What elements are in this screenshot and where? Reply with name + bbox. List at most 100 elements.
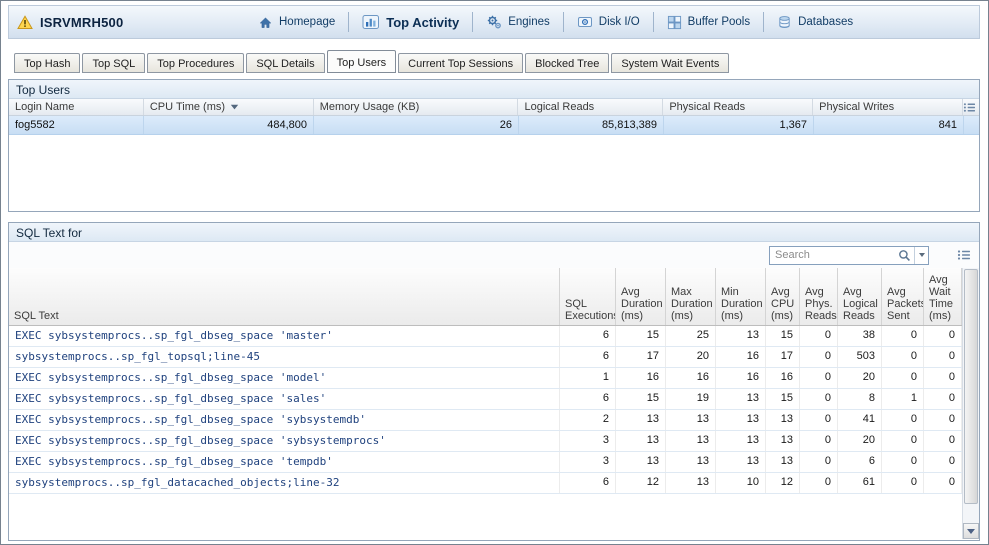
- cell-sql-text[interactable]: sybsystemprocs..sp_fgl_topsql;line-45: [9, 347, 560, 367]
- col-header-label: Physical Writes: [819, 101, 894, 113]
- chevron-down-icon: [919, 253, 925, 257]
- cell-sql-text[interactable]: sybsystemprocs..sp_fgl_datacached_object…: [9, 473, 560, 493]
- col-header-physical-writes[interactable]: Physical Writes: [813, 99, 963, 115]
- table-row[interactable]: EXEC sybsystemprocs..sp_fgl_dbseg_space …: [9, 368, 962, 389]
- table-row[interactable]: sybsystemprocs..sp_fgl_datacached_object…: [9, 473, 962, 494]
- nav-databases[interactable]: Databases: [768, 14, 862, 30]
- nav-label-databases: Databases: [798, 16, 853, 28]
- nav-homepage[interactable]: Homepage: [249, 15, 344, 30]
- cell-avg-phys-reads: 0: [800, 326, 838, 346]
- cell-sql-executions: 1: [560, 368, 616, 388]
- table-row[interactable]: EXEC sybsystemprocs..sp_fgl_dbseg_space …: [9, 431, 962, 452]
- cell-avg-packets-sent: 0: [882, 410, 924, 430]
- col-header-max-duration-ms[interactable]: Max Duration (ms): [666, 268, 716, 325]
- warning-icon: [17, 15, 33, 30]
- col-header-memory-usage-kb[interactable]: Memory Usage (KB): [314, 99, 519, 115]
- nav-top-activity[interactable]: Top Activity: [353, 14, 468, 30]
- nav-buffer-pools[interactable]: Buffer Pools: [658, 15, 759, 30]
- cell-memory-usage-kb: 26: [314, 116, 519, 134]
- cell-max-duration-ms: 13: [666, 410, 716, 430]
- table-row[interactable]: EXEC sybsystemprocs..sp_fgl_dbseg_space …: [9, 452, 962, 473]
- table-row[interactable]: EXEC sybsystemprocs..sp_fgl_dbseg_space …: [9, 326, 962, 347]
- vertical-scrollbar[interactable]: [962, 268, 979, 539]
- col-header-sql-executions[interactable]: SQL Executions: [560, 268, 616, 325]
- search-input[interactable]: [775, 249, 894, 261]
- cell-avg-packets-sent: 0: [882, 326, 924, 346]
- search-dropdown-button[interactable]: [914, 247, 928, 264]
- tab-blocked-tree[interactable]: Blocked Tree: [525, 53, 609, 73]
- col-header-avg-wait-time-ms[interactable]: Avg Wait Time (ms): [924, 268, 962, 325]
- cell-avg-duration-ms: 15: [616, 389, 666, 409]
- tab-sql-details[interactable]: SQL Details: [246, 53, 324, 73]
- cell-sql-text[interactable]: EXEC sybsystemprocs..sp_fgl_dbseg_space …: [9, 410, 560, 430]
- sort-desc-icon: [230, 104, 239, 110]
- scroll-down-button[interactable]: [963, 523, 979, 539]
- table-row[interactable]: sybsystemprocs..sp_fgl_topsql;line-45617…: [9, 347, 962, 368]
- column-chooser-icon[interactable]: [957, 249, 971, 261]
- col-header-avg-packets-sent[interactable]: Avg Packets Sent: [882, 268, 924, 325]
- search-icon[interactable]: [894, 247, 914, 264]
- cell-sql-text[interactable]: EXEC sybsystemprocs..sp_fgl_dbseg_space …: [9, 368, 560, 388]
- top-users-rows: fog5582484,8002685,813,3891,367841: [9, 116, 979, 135]
- col-header-min-duration-ms[interactable]: Min Duration (ms): [716, 268, 766, 325]
- databases-icon: [777, 14, 792, 30]
- cell-avg-cpu-ms: 12: [766, 473, 800, 493]
- nav-label-engines: Engines: [508, 16, 550, 28]
- cell-avg-wait-time-ms: 0: [924, 326, 962, 346]
- cell-min-duration-ms: 16: [716, 347, 766, 367]
- cell-sql-text[interactable]: EXEC sybsystemprocs..sp_fgl_dbseg_space …: [9, 431, 560, 451]
- col-header-avg-phys-reads[interactable]: Avg Phys. Reads: [800, 268, 838, 325]
- cell-avg-phys-reads: 0: [800, 347, 838, 367]
- cell-avg-duration-ms: 13: [616, 452, 666, 472]
- table-row[interactable]: EXEC sybsystemprocs..sp_fgl_dbseg_space …: [9, 389, 962, 410]
- cell-sql-text[interactable]: EXEC sybsystemprocs..sp_fgl_dbseg_space …: [9, 452, 560, 472]
- cell-sql-executions: 3: [560, 452, 616, 472]
- nav-separator: [472, 12, 473, 32]
- cell-physical-reads: 1,367: [664, 116, 814, 134]
- col-header-avg-logical-reads[interactable]: Avg Logical Reads: [838, 268, 882, 325]
- cell-avg-wait-time-ms: 0: [924, 368, 962, 388]
- cell-cpu-time-ms: 484,800: [144, 116, 314, 134]
- cell-sql-text[interactable]: EXEC sybsystemprocs..sp_fgl_dbseg_space …: [9, 326, 560, 346]
- nav-disk-i-o[interactable]: Disk I/O: [568, 14, 649, 30]
- col-header-label: Physical Reads: [669, 101, 745, 113]
- cell-avg-packets-sent: 0: [882, 473, 924, 493]
- tab-top-sql[interactable]: Top SQL: [82, 53, 145, 73]
- table-row[interactable]: EXEC sybsystemprocs..sp_fgl_dbseg_space …: [9, 410, 962, 431]
- col-header-avg-cpu-ms[interactable]: Avg CPU (ms): [766, 268, 800, 325]
- column-chooser-icon[interactable]: [963, 102, 976, 113]
- cell-avg-packets-sent: 0: [882, 368, 924, 388]
- cell-avg-cpu-ms: 13: [766, 410, 800, 430]
- tab-top-users[interactable]: Top Users: [327, 50, 397, 73]
- cell-avg-phys-reads: 0: [800, 389, 838, 409]
- table-row[interactable]: fog5582484,8002685,813,3891,367841: [9, 116, 979, 135]
- cell-max-duration-ms: 13: [666, 473, 716, 493]
- cell-avg-cpu-ms: 15: [766, 389, 800, 409]
- cell-avg-logical-reads: 38: [838, 326, 882, 346]
- tab-system-wait-events[interactable]: System Wait Events: [611, 53, 729, 73]
- col-header-sql-text[interactable]: SQL Text: [9, 268, 560, 325]
- col-header-avg-duration-ms[interactable]: Avg Duration (ms): [616, 268, 666, 325]
- homepage-icon: [258, 15, 273, 30]
- tab-top-hash[interactable]: Top Hash: [14, 53, 80, 73]
- cell-avg-packets-sent: 1: [882, 389, 924, 409]
- cell-avg-phys-reads: 0: [800, 410, 838, 430]
- scrollbar-thumb[interactable]: [964, 269, 978, 504]
- col-header-label: SQL Text: [14, 310, 59, 322]
- cell-max-duration-ms: 20: [666, 347, 716, 367]
- col-header-cpu-time-ms[interactable]: CPU Time (ms): [144, 99, 314, 115]
- header-bar: ISRVMRH500 HomepageTop ActivityEnginesDi…: [8, 5, 980, 39]
- col-header-logical-reads[interactable]: Logical Reads: [518, 99, 663, 115]
- tab-bar: Top HashTop SQLTop ProceduresSQL Details…: [8, 47, 980, 73]
- cell-avg-cpu-ms: 13: [766, 452, 800, 472]
- nav-engines[interactable]: Engines: [477, 14, 559, 30]
- tab-top-procedures[interactable]: Top Procedures: [147, 53, 244, 73]
- tab-current-top-sessions[interactable]: Current Top Sessions: [398, 53, 523, 73]
- cell-avg-packets-sent: 0: [882, 347, 924, 367]
- col-header-login-name[interactable]: Login Name: [9, 99, 144, 115]
- col-header-physical-reads[interactable]: Physical Reads: [663, 99, 813, 115]
- cell-avg-logical-reads: 20: [838, 368, 882, 388]
- cell-avg-duration-ms: 15: [616, 326, 666, 346]
- cell-avg-phys-reads: 0: [800, 473, 838, 493]
- cell-sql-text[interactable]: EXEC sybsystemprocs..sp_fgl_dbseg_space …: [9, 389, 560, 409]
